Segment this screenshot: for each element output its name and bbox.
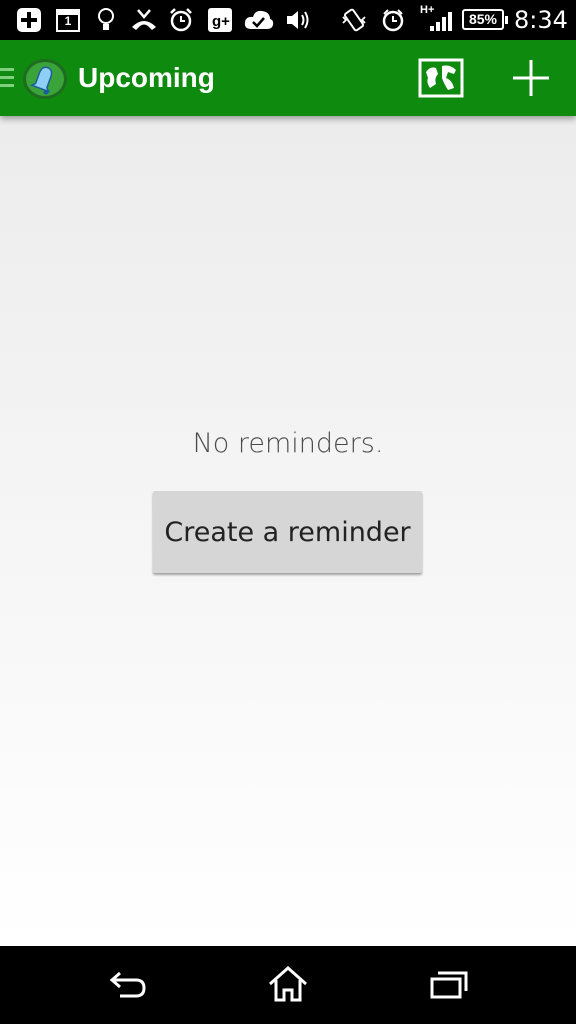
alarm-icon [380,6,406,34]
navigation-bar [0,946,576,1024]
bell-logo-icon[interactable] [22,56,68,100]
battery-percent: 85% [468,11,498,27]
battery-icon: 85% [462,9,508,30]
home-icon[interactable] [264,962,312,1006]
vibrate-icon [340,6,368,34]
volume-icon [285,6,311,34]
page-title: Upcoming [78,62,215,93]
calendar-icon: 1 [55,6,81,34]
signal-icon: H+ [420,4,456,34]
app-bar: Upcoming [0,40,576,116]
menu-icon[interactable] [0,67,14,89]
calendar-day: 1 [64,14,72,28]
main-content: No reminders. Create a reminder [0,116,576,946]
status-bar: 1 g+ H+ 85% 8:34 [0,0,576,40]
recent-apps-icon[interactable] [424,962,472,1006]
network-type: H+ [420,4,435,16]
create-reminder-button[interactable]: Create a reminder [153,491,422,573]
plus-box-icon [16,6,42,34]
back-icon[interactable] [104,962,152,1006]
lightbulb-icon [96,6,116,34]
google-plus-icon: g+ [207,6,233,34]
empty-state-message: No reminders. [192,428,384,459]
alarm-clock-icon [168,6,194,34]
clock: 8:34 [514,6,568,34]
map-icon[interactable] [418,58,464,98]
missed-call-icon [130,6,158,34]
cloud-check-icon [243,6,275,34]
svg-text:g+: g+ [212,13,230,30]
add-icon[interactable] [511,58,551,98]
